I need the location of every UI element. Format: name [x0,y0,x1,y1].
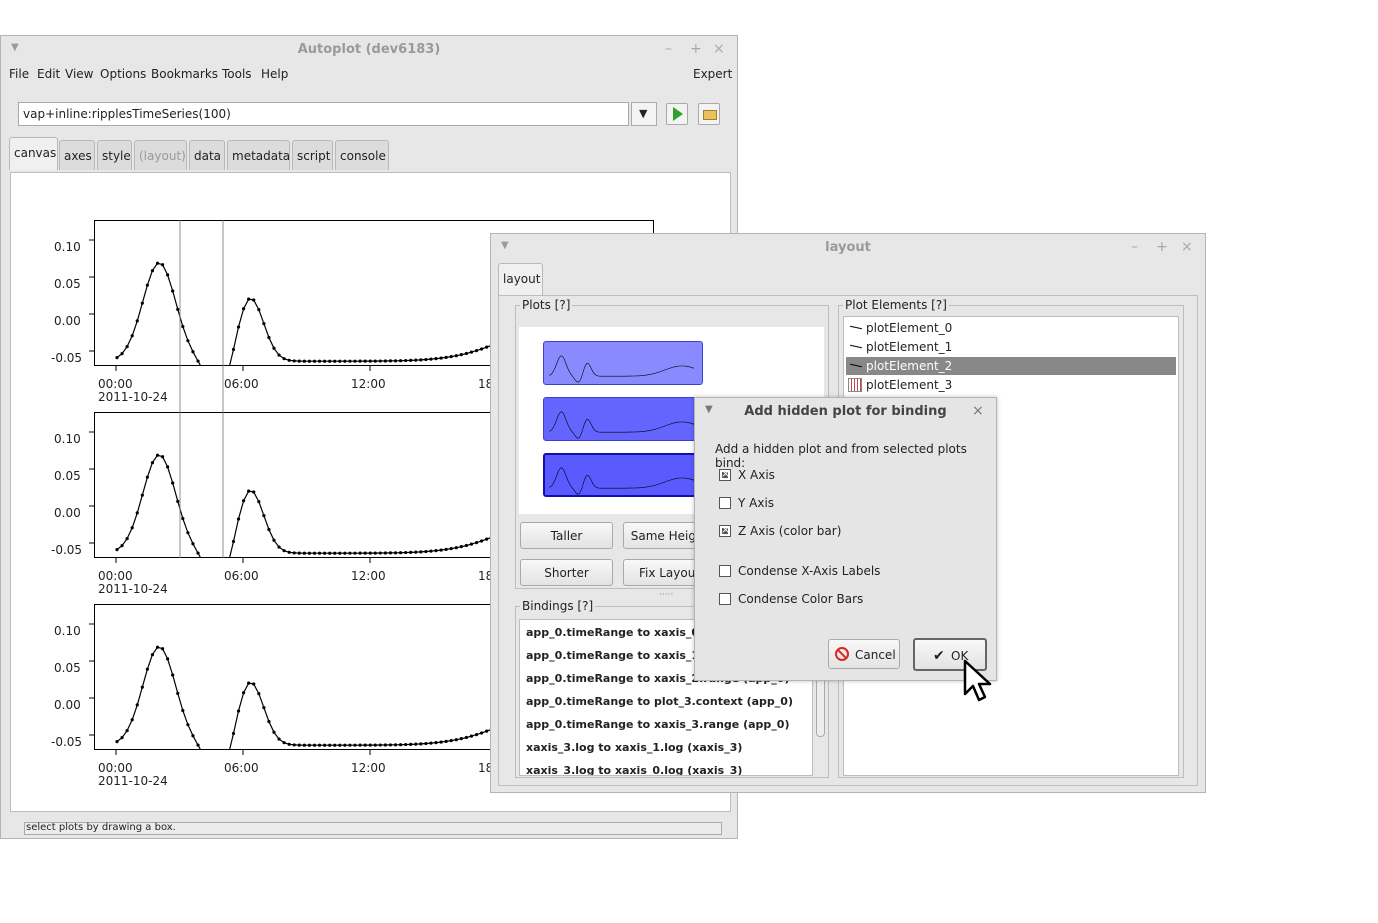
ytick-label: -0.05 [51,351,83,365]
x-axis-checkbox[interactable] [719,467,731,481]
plot-element-row[interactable]: plotElement_2 [846,357,1176,375]
series-icon [850,325,862,330]
y-axis-label: Y Axis [738,496,775,510]
ytick-label: 0.10 [54,240,81,254]
menu-help[interactable]: Help [261,67,288,81]
close-icon[interactable]: × [1181,239,1193,255]
menu-file[interactable]: File [9,67,29,81]
binding-row[interactable]: app_0.timeRange to plot_3.context (app_0… [526,695,793,708]
date-label: 2011-10-24 [98,774,168,788]
z-axis-label: Z Axis (color bar) [738,524,842,538]
condense-x-labels-checkbox[interactable] [719,565,731,577]
tab-axes[interactable]: axes [59,140,95,170]
chevron-down-icon: ▼ [639,107,648,120]
xtick-label: 06:00 [224,761,259,775]
tab-console[interactable]: console [335,140,389,170]
binding-row[interactable]: xaxis_3.log to xaxis_1.log (xaxis_3) [526,741,742,754]
menu-edit[interactable]: Edit [37,67,60,81]
ytick-label: 0.05 [54,469,81,483]
tab-canvas[interactable]: canvas [9,137,58,170]
plot-element-row[interactable]: plotElement_3 [846,376,1176,394]
ytick-label: 0.05 [54,277,81,291]
xtick-label: 12:00 [351,377,386,391]
z-axis-checkbox[interactable] [719,523,731,537]
plot-elements-group-title: Plot Elements [?] [843,298,949,312]
condense-x-labels-label: Condense X-Axis Labels [738,564,881,578]
ytick-label: 0.10 [54,624,81,638]
status-bar: select plots by drawing a box. [24,822,722,835]
date-label: 2011-10-24 [98,390,168,404]
tab-data[interactable]: data [189,140,225,170]
menubar: File Edit View Options Bookmarks Tools H… [1,64,737,86]
open-folder-button[interactable] [698,103,720,125]
splitter-handle[interactable]: ····· [659,590,673,600]
date-label: 2011-10-24 [98,582,168,596]
spectrogram-icon [848,378,862,392]
layout-titlebar[interactable]: ▼ layout – + × [491,234,1205,262]
maximize-icon[interactable]: + [690,41,702,57]
maximize-icon[interactable]: + [1156,239,1168,255]
ytick-label: 0.00 [54,314,81,328]
go-button[interactable] [666,103,688,125]
ytick-label: 0.00 [54,506,81,520]
layout-window-title: layout [825,240,871,255]
check-icon: ✔ [933,648,945,664]
close-icon[interactable]: × [972,403,984,419]
tab-script[interactable]: script [292,140,333,170]
shorter-button[interactable]: Shorter [520,559,613,586]
y-axis-checkbox[interactable] [719,497,731,509]
tab-style[interactable]: style [97,140,132,170]
minimize-icon[interactable]: – [1131,239,1138,255]
main-window-title: Autoplot (dev6183) [297,42,441,57]
xtick-label: 00:00 [98,569,133,583]
tab-metadata[interactable]: metadata [227,140,290,170]
plot-element-row[interactable]: plotElement_1 [846,338,1176,356]
menu-bookmarks[interactable]: Bookmarks [151,67,218,81]
dialog-titlebar[interactable]: ▼ Add hidden plot for binding × [695,398,996,426]
xtick-label: 12:00 [351,761,386,775]
binding-row[interactable]: app_0.timeRange to xaxis_3.range (app_0) [526,718,789,731]
xtick-label: 06:00 [224,569,259,583]
play-icon [673,107,683,121]
ytick-label: -0.05 [51,735,83,749]
dialog-title: Add hidden plot for binding [744,404,947,419]
bindings-group-title: Bindings [?] [520,599,596,613]
menu-expert[interactable]: Expert [693,67,732,81]
mouse-pointer-icon [963,659,992,702]
main-titlebar[interactable]: ▼ Autoplot (dev6183) – + × [1,36,737,64]
taller-button[interactable]: Taller [520,522,613,549]
ytick-label: -0.05 [51,543,83,557]
ytick-label: 0.10 [54,432,81,446]
ytick-label: 0.00 [54,698,81,712]
menu-tools[interactable]: Tools [222,67,252,81]
uri-dropdown-button[interactable]: ▼ [631,102,657,126]
plots-group-title: Plots [?] [520,298,573,312]
tab-layout[interactable]: (layout) [134,140,187,170]
ytick-label: 0.05 [54,661,81,675]
xtick-label: 06:00 [224,377,259,391]
series-icon [850,363,862,368]
xtick-label: 00:00 [98,377,133,391]
folder-icon [703,110,717,120]
x-axis-label: X Axis [738,468,775,482]
series-icon [850,344,862,349]
uri-input[interactable]: vap+inline:ripplesTimeSeries(100) [18,102,629,126]
menu-view[interactable]: View [65,67,93,81]
cancel-icon [835,647,849,661]
menu-options[interactable]: Options [100,67,146,81]
add-hidden-plot-dialog: ▼ Add hidden plot for binding × Add a hi… [694,397,997,681]
tab-layout-panel[interactable]: layout [498,263,543,296]
condense-color-bars-label: Condense Color Bars [738,592,864,606]
binding-row[interactable]: xaxis_3.log to xaxis_0.log (xaxis_3) [526,764,742,775]
cancel-button[interactable]: Cancel [828,639,900,669]
minimize-icon[interactable]: – [665,41,672,57]
xtick-label: 12:00 [351,569,386,583]
close-icon[interactable]: × [713,41,725,57]
condense-color-bars-checkbox[interactable] [719,593,731,605]
xtick-label: 00:00 [98,761,133,775]
plot-element-row[interactable]: plotElement_0 [846,319,1176,337]
status-text: select plots by drawing a box. [26,822,176,833]
dialog-prompt: Add a hidden plot and from selected plot… [715,442,967,470]
